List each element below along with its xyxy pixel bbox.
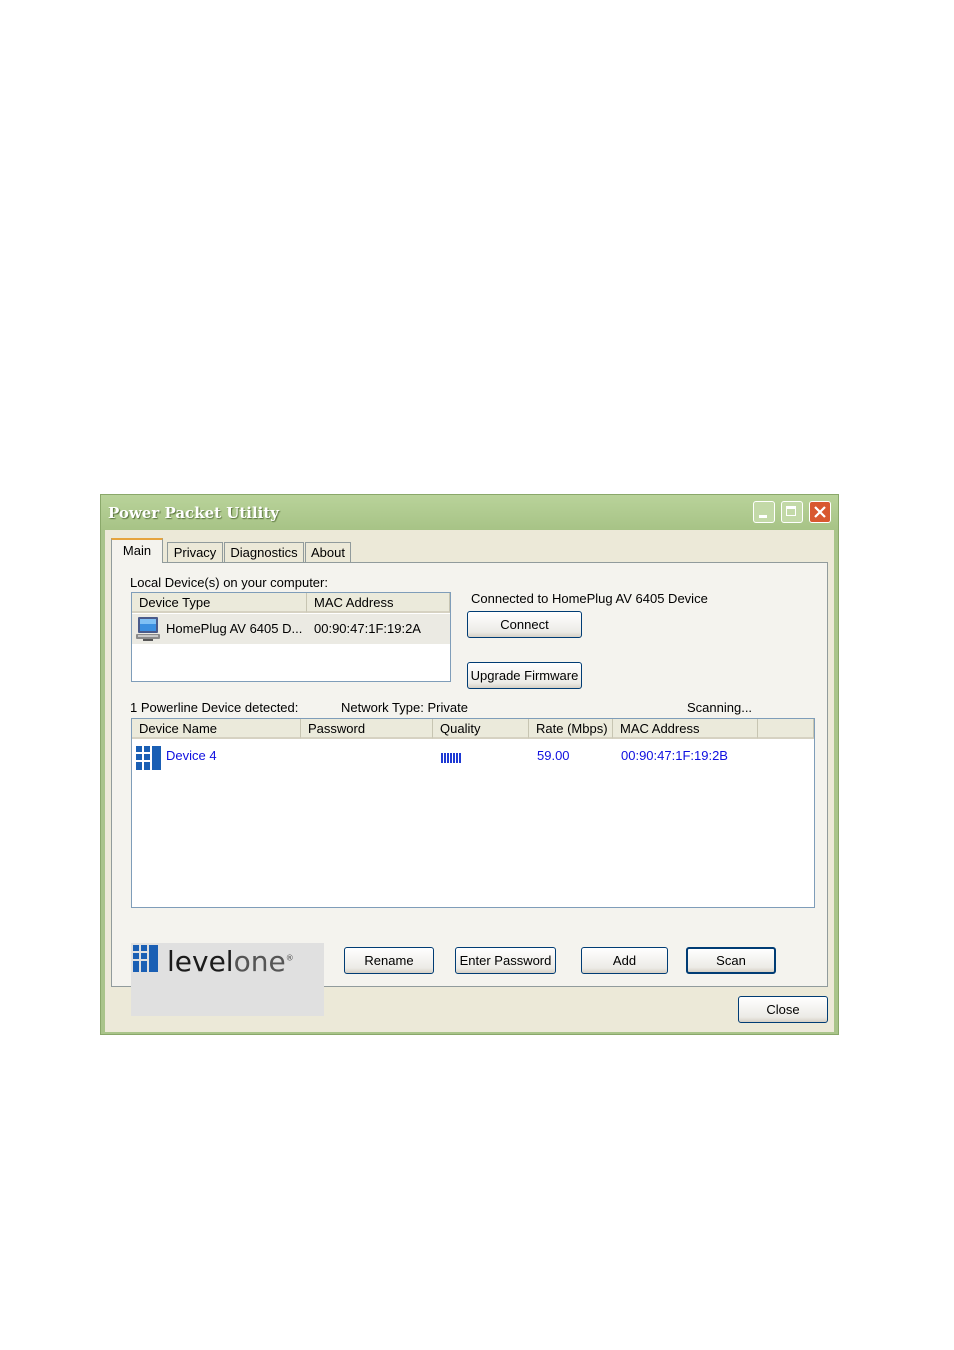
remote-mac-cell: 00:90:47:1F:19:2B	[621, 748, 728, 763]
list-item[interactable]: HomePlug AV 6405 D... 00:90:47:1F:19:2A	[132, 614, 450, 644]
tab-about[interactable]: About	[305, 542, 351, 562]
local-devices-list[interactable]: Device Type MAC Address HomePlug AV 6405…	[131, 592, 451, 682]
levelone-device-icon	[135, 741, 163, 771]
window-title: Power Packet Utility	[108, 504, 280, 522]
column-rate[interactable]: Rate (Mbps)	[529, 719, 613, 739]
mac-address-cell: 00:90:47:1F:19:2A	[314, 621, 421, 636]
quality-bar	[453, 753, 455, 763]
column-quality[interactable]: Quality	[433, 719, 529, 739]
column-password[interactable]: Password	[301, 719, 433, 739]
scanning-status: Scanning...	[687, 700, 753, 715]
client-area: Main Privacy Diagnostics About Local Dev…	[105, 530, 834, 1032]
enter-password-button[interactable]: Enter Password	[455, 947, 556, 974]
powerline-devices-list[interactable]: Device Name Password Quality Rate (Mbps)…	[131, 718, 815, 908]
close-button[interactable]: Close	[738, 996, 828, 1023]
devices-detected-text: 1 Powerline Device detected:	[130, 700, 299, 715]
close-window-button[interactable]	[809, 501, 831, 523]
quality-cell	[441, 741, 471, 771]
list-item[interactable]: Device 4 59.00 00:90:47:1F:19:2B	[132, 741, 814, 771]
tab-privacy[interactable]: Privacy	[167, 542, 223, 562]
column-device-name[interactable]: Device Name	[132, 719, 301, 739]
column-device-type[interactable]: Device Type	[132, 593, 307, 613]
column-filler	[758, 719, 814, 739]
app-window: Power Packet Utility Main Privacy Diagno…	[100, 494, 839, 1035]
add-button[interactable]: Add	[581, 947, 668, 974]
computer-icon	[134, 614, 162, 644]
logo-wordmark: levelone®	[167, 945, 294, 978]
minimize-button[interactable]	[753, 501, 775, 523]
connect-button[interactable]: Connect	[467, 611, 582, 638]
connection-status: Connected to HomePlug AV 6405 Device	[471, 591, 708, 606]
column-mac-address-remote[interactable]: MAC Address	[613, 719, 758, 739]
levelone-logo-icon	[133, 945, 158, 972]
maximize-button[interactable]	[781, 501, 803, 523]
device-type-cell: HomePlug AV 6405 D...	[166, 621, 303, 636]
close-icon	[814, 506, 826, 518]
rename-button[interactable]: Rename	[344, 947, 434, 974]
quality-bar	[447, 753, 449, 763]
rate-cell: 59.00	[537, 748, 570, 763]
main-panel: Local Device(s) on your computer: Device…	[111, 562, 828, 1016]
levelone-logo: levelone®	[131, 943, 324, 1016]
quality-bar	[459, 753, 461, 763]
quality-bars-icon	[441, 753, 462, 763]
quality-bar	[450, 753, 452, 763]
title-bar[interactable]: Power Packet Utility	[101, 495, 838, 530]
quality-bar	[441, 753, 443, 763]
tab-main[interactable]: Main	[111, 538, 163, 563]
network-type-text: Network Type: Private	[341, 700, 468, 715]
quality-bar	[456, 753, 458, 763]
quality-bar	[444, 753, 446, 763]
local-devices-heading: Local Device(s) on your computer:	[130, 575, 328, 590]
column-mac-address[interactable]: MAC Address	[307, 593, 450, 613]
device-name-cell: Device 4	[166, 748, 217, 763]
tab-diagnostics[interactable]: Diagnostics	[224, 542, 304, 562]
upgrade-firmware-button[interactable]: Upgrade Firmware	[467, 662, 582, 689]
scan-button[interactable]: Scan	[686, 947, 776, 974]
